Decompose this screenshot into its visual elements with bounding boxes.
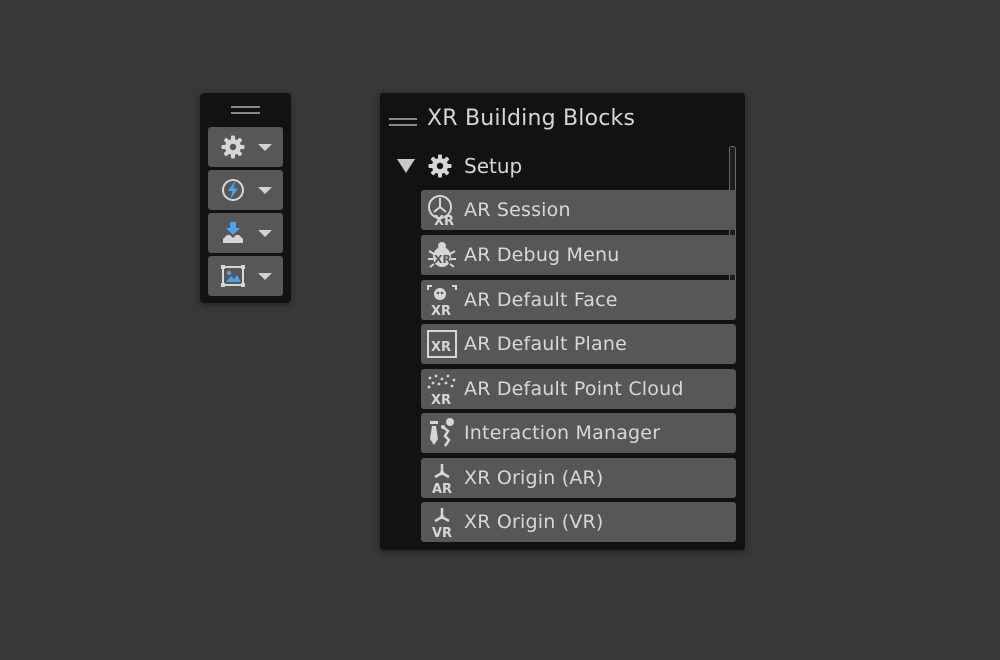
ar-debug-menu-icon: XR: [428, 242, 456, 268]
section-setup[interactable]: Setup: [380, 145, 720, 185]
section-label: Setup: [464, 154, 523, 178]
ar-session-icon: XR: [428, 195, 454, 226]
ar-point-cloud-icon: XR: [427, 374, 456, 405]
xr-badge: XR: [431, 304, 451, 316]
block-item-xr-origin-vr[interactable]: VR XR Origin (VR): [421, 502, 736, 542]
chevron-down-icon: [258, 273, 272, 280]
download-icon: [223, 222, 243, 243]
block-item-ar-default-face[interactable]: XR AR Default Face: [421, 280, 736, 320]
block-item-ar-default-plane[interactable]: XR AR Default Plane: [421, 324, 736, 364]
ar-default-plane-icon: XR: [427, 330, 457, 358]
xr-origin-ar-icon: AR: [432, 464, 452, 494]
block-item-ar-debug-menu[interactable]: XR AR Debug Menu: [421, 235, 736, 275]
ar-badge: AR: [432, 482, 452, 494]
gear-icon: [428, 154, 452, 178]
vr-badge: VR: [432, 526, 452, 538]
interaction-manager-icon: [430, 418, 454, 447]
panel-drag-handle[interactable]: [389, 118, 417, 130]
block-item-xr-origin-ar[interactable]: AR XR Origin (AR): [421, 458, 736, 498]
block-item-ar-default-point-cloud[interactable]: XR AR Default Point Cloud: [421, 369, 736, 409]
gear-icon: [221, 135, 245, 159]
toolbar-drag-handle[interactable]: [231, 106, 260, 118]
xr-badge: XR: [431, 340, 451, 355]
toolbar-import-dropdown[interactable]: [208, 213, 283, 253]
chevron-down-icon: [258, 144, 272, 151]
block-item-label: AR Default Face: [464, 289, 618, 311]
toolbar-lighting-dropdown[interactable]: [208, 170, 283, 210]
lightning-icon: [222, 179, 244, 201]
toolbar-settings-dropdown[interactable]: [208, 127, 283, 167]
xr-badge: XR: [434, 214, 454, 226]
xr-origin-vr-icon: VR: [432, 508, 452, 538]
expand-arrow-icon[interactable]: [397, 159, 415, 173]
ar-default-face-icon: XR: [427, 285, 457, 316]
block-item-label: XR Origin (AR): [464, 467, 604, 489]
block-item-label: Interaction Manager: [464, 422, 661, 444]
image-icon: [221, 265, 245, 287]
block-item-label: AR Session: [464, 199, 571, 221]
block-item-ar-session[interactable]: XR AR Session: [421, 190, 736, 230]
scene-toolbar: [200, 93, 291, 303]
block-item-label: AR Debug Menu: [464, 244, 620, 266]
chevron-down-icon: [258, 230, 272, 237]
xr-badge: XR: [431, 393, 451, 405]
xr-badge: XR: [434, 253, 451, 266]
block-item-label: XR Origin (VR): [464, 511, 604, 533]
chevron-down-icon: [258, 187, 272, 194]
block-item-interaction-manager[interactable]: Interaction Manager: [421, 413, 736, 453]
block-item-label: AR Default Plane: [464, 333, 628, 355]
xr-building-blocks-panel: XR Building Blocks Setup XR AR Session X…: [380, 93, 745, 550]
panel-title: XR Building Blocks: [427, 106, 636, 131]
block-item-label: AR Default Point Cloud: [464, 378, 684, 400]
toolbar-image-dropdown[interactable]: [208, 256, 283, 296]
